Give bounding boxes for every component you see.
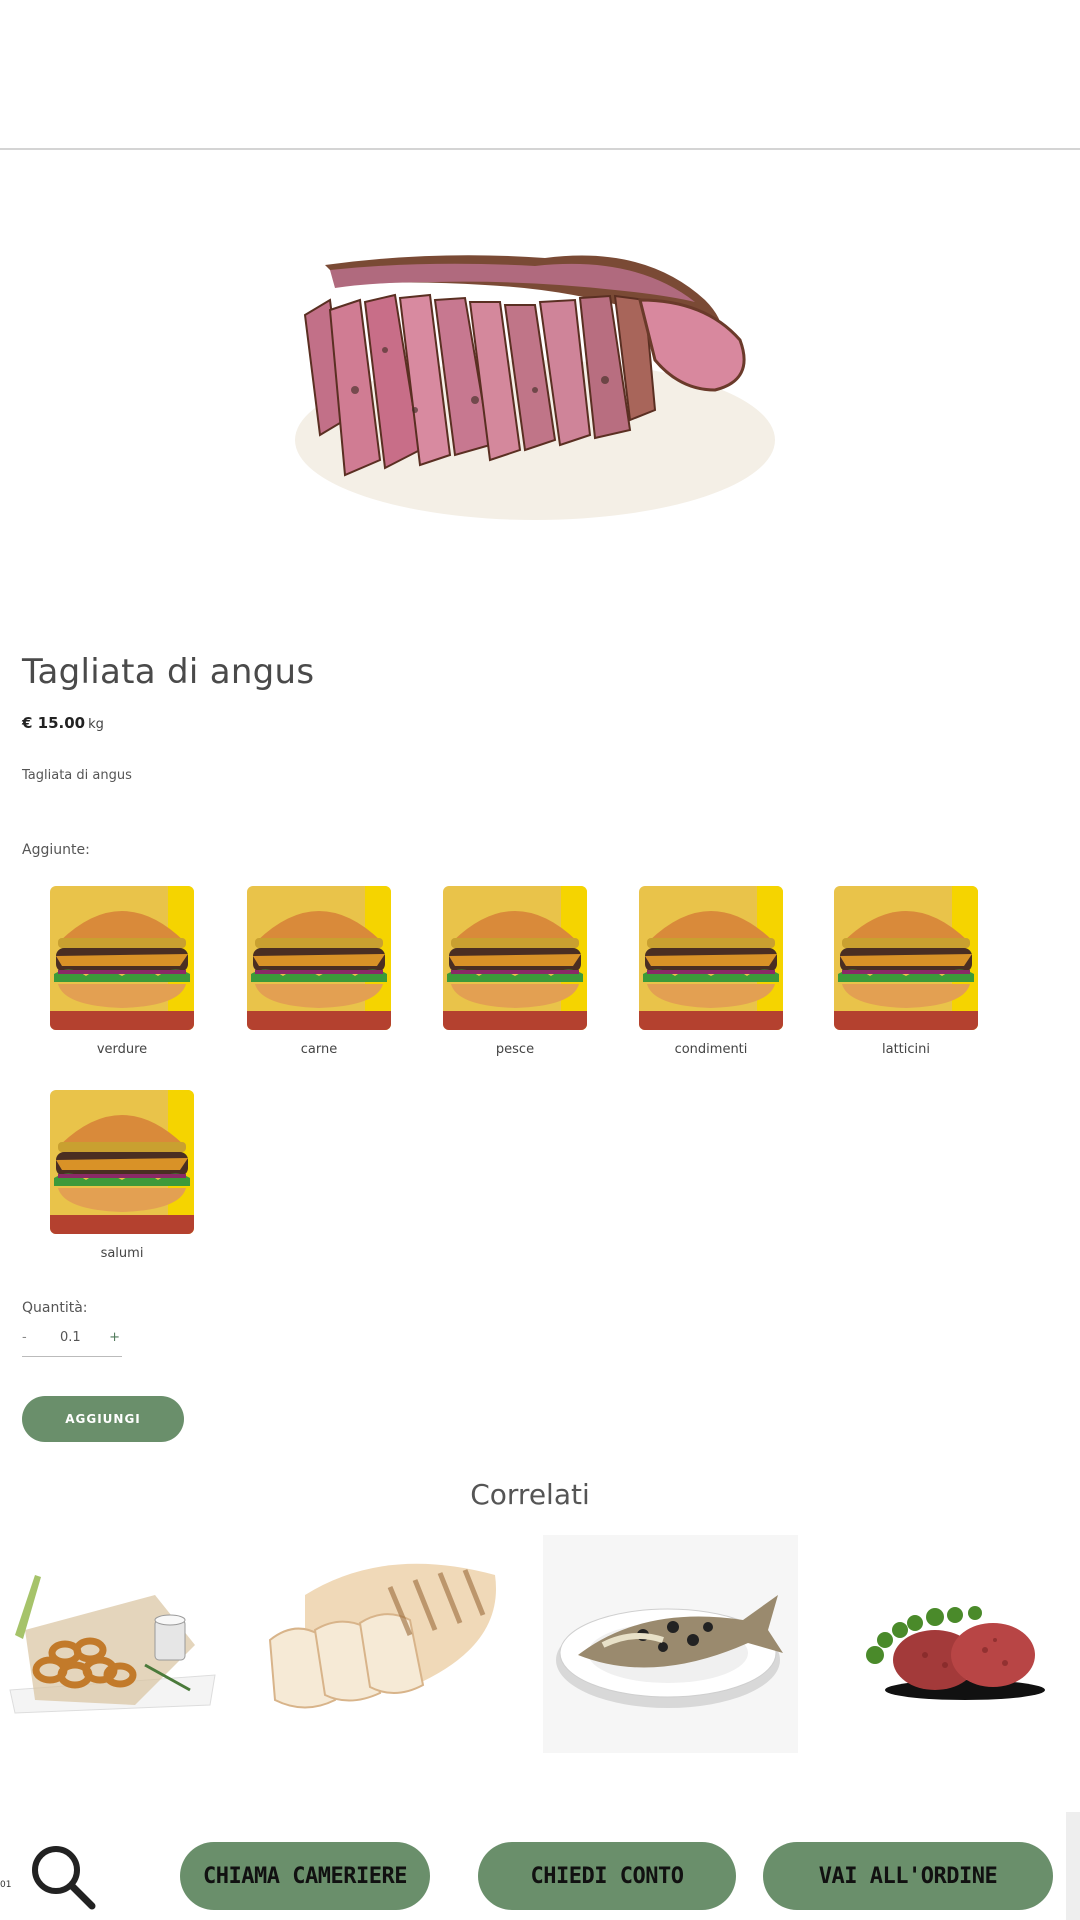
top-header [0, 0, 1080, 150]
addon-item-carne[interactable]: carne [244, 886, 394, 1057]
price-value: € 15.00 [22, 714, 86, 732]
related-item-burger-patties[interactable] [855, 1535, 1050, 1735]
burger-image [50, 1090, 194, 1234]
scroll-edge [1066, 1812, 1080, 1920]
related-heading: Correlati [470, 1478, 590, 1511]
addon-item-salumi[interactable]: salumi [47, 1090, 197, 1261]
call-waiter-button[interactable]: CHIAMA CAMERIERE [180, 1842, 430, 1910]
related-item-fish[interactable] [543, 1535, 798, 1753]
addon-label: verdure [96, 1042, 148, 1057]
addon-label: salumi [100, 1246, 144, 1261]
go-to-order-button[interactable]: VAI ALL'ORDINE [763, 1842, 1053, 1910]
add-to-order-button[interactable]: AGGIUNGI [22, 1396, 184, 1442]
price-unit: kg [88, 717, 104, 732]
product-image [295, 255, 775, 520]
addon-label: condimenti [674, 1042, 748, 1057]
related-item-onion-rings[interactable] [5, 1535, 220, 1735]
addon-label: latticini [882, 1042, 930, 1057]
addon-label: pesce [495, 1042, 535, 1057]
product-price: € 15.00 kg [22, 714, 104, 732]
addon-item-condimenti[interactable]: condimenti [636, 886, 786, 1057]
search-icon[interactable] [28, 1842, 98, 1912]
ask-bill-button[interactable]: CHIEDI CONTO [478, 1842, 736, 1910]
addon-label: carne [300, 1042, 338, 1057]
product-page: Tagliata di angus € 15.00 kg Tagliata di … [0, 0, 1080, 1920]
product-title: Tagliata di angus [22, 652, 315, 692]
burger-image [443, 886, 587, 1030]
addons-label: Aggiunte: [22, 842, 90, 858]
tiny-mark: 01 [0, 1880, 12, 1890]
addon-item-pesce[interactable]: pesce [440, 886, 590, 1057]
bottom-action-bar: 01 CHIAMA CAMERIERE CHIEDI CONTO VAI ALL… [0, 1812, 1080, 1920]
addon-item-verdure[interactable]: verdure [47, 886, 197, 1057]
quantity-label: Quantità: [22, 1300, 88, 1316]
product-description: Tagliata di angus [22, 768, 132, 783]
quantity-decrement[interactable]: - [22, 1330, 27, 1345]
burger-image [50, 886, 194, 1030]
addon-item-latticini[interactable]: latticini [831, 886, 981, 1057]
quantity-increment[interactable]: + [109, 1330, 120, 1345]
burger-image [834, 886, 978, 1030]
quantity-stepper[interactable]: - 0.1 + [22, 1322, 122, 1357]
quantity-value[interactable]: 0.1 [60, 1330, 81, 1345]
burger-image [247, 886, 391, 1030]
related-item-chicken[interactable] [265, 1535, 505, 1735]
burger-image [639, 886, 783, 1030]
